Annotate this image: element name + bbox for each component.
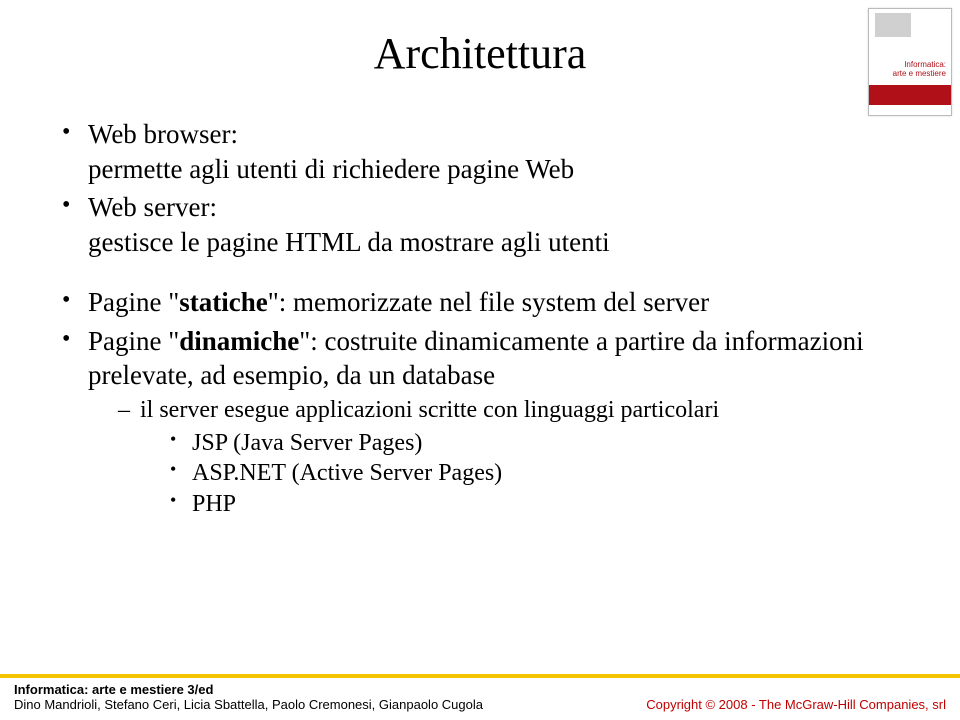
book-thumb-title: Informatica: arte e mestiere <box>893 61 946 79</box>
bullet-lead: Web server <box>88 192 210 222</box>
sub-bullet-item: JSP (Java Server Pages) <box>170 428 900 459</box>
footer-authors: Dino Mandrioli, Stefano Ceri, Licia Sbat… <box>14 697 483 712</box>
slide-content: Web browser: permette agli utenti di ric… <box>60 117 900 520</box>
sub-bullet-list: JSP (Java Server Pages) ASP.NET (Active … <box>140 428 900 520</box>
bullet-colon: : <box>231 119 239 149</box>
sub-dash-text: il server esegue applicazioni scritte co… <box>140 397 719 423</box>
sub-bullet-item: PHP <box>170 489 900 520</box>
bullet-item: Web server: gestisce le pagine HTML da m… <box>60 190 900 259</box>
bullet-item: Pagine "statiche": memorizzate nel file … <box>60 285 900 320</box>
bullet-item: Web browser: permette agli utenti di ric… <box>60 117 900 186</box>
slide-title: Architettura <box>60 28 900 79</box>
footer-book-title: Informatica: arte e mestiere 3/ed <box>14 682 483 697</box>
footer-left: Informatica: arte e mestiere 3/ed Dino M… <box>14 682 483 712</box>
book-thumb-decor <box>875 13 911 37</box>
bullet-text: permette agli utenti di richiedere pagin… <box>88 154 574 184</box>
bullet-list: Web browser: permette agli utenti di ric… <box>60 117 900 520</box>
bullet-text: Pagine "dinamiche": costruite dinamicame… <box>88 326 864 391</box>
book-thumb-band <box>869 85 951 105</box>
slide: Informatica: arte e mestiere Architettur… <box>0 0 960 720</box>
bullet-colon: : <box>210 192 218 222</box>
sub-bullet-item: ASP.NET (Active Server Pages) <box>170 458 900 489</box>
bullet-text: gestisce le pagine HTML da mostrare agli… <box>88 227 610 257</box>
bullet-lead: Web browser <box>88 119 231 149</box>
footer: Informatica: arte e mestiere 3/ed Dino M… <box>0 674 960 720</box>
bullet-text: Pagine "statiche": memorizzate nel file … <box>88 287 709 317</box>
footer-copyright: Copyright © 2008 - The McGraw-Hill Compa… <box>646 697 946 712</box>
sub-dash-list: il server esegue applicazioni scritte co… <box>88 395 900 520</box>
sub-dash-item: il server esegue applicazioni scritte co… <box>118 395 900 520</box>
book-cover-thumbnail: Informatica: arte e mestiere <box>868 8 952 116</box>
footer-row: Informatica: arte e mestiere 3/ed Dino M… <box>0 678 960 720</box>
bullet-item: Pagine "dinamiche": costruite dinamicame… <box>60 324 900 520</box>
